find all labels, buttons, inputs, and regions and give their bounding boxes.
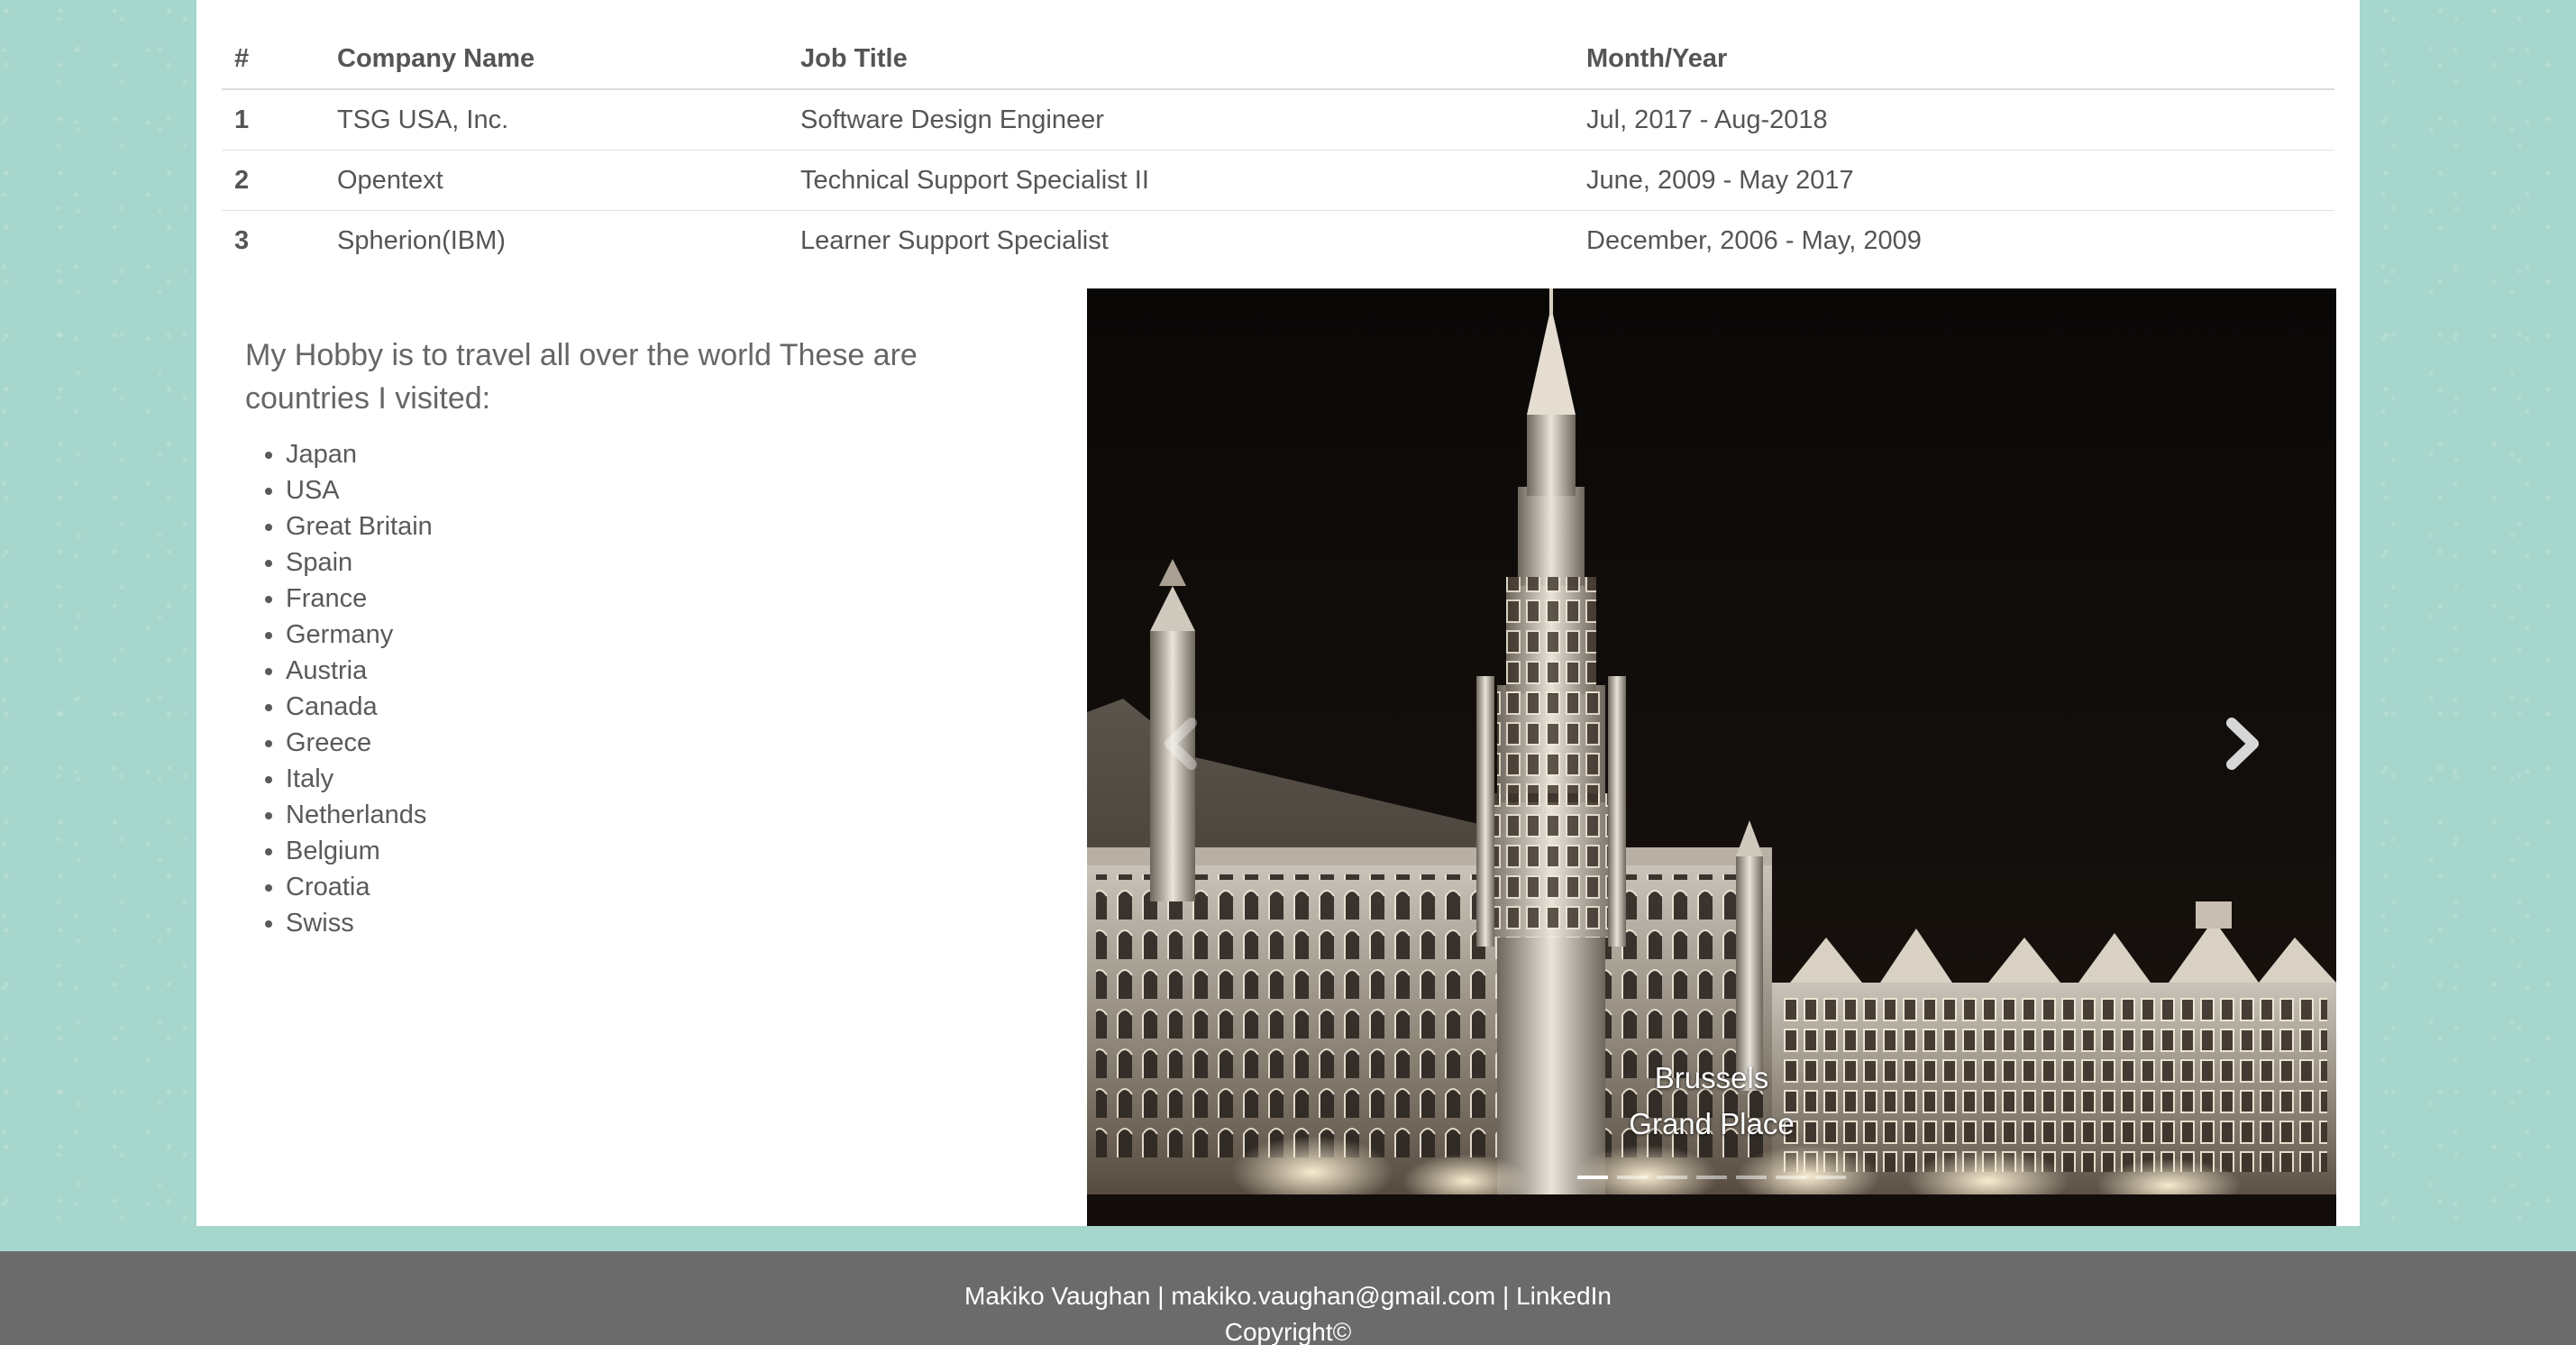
row-period: December, 2006 - May, 2009 xyxy=(1574,210,2334,270)
footer-contact-line: Makiko Vaughan | makiko.vaughan@gmail.co… xyxy=(0,1251,2576,1314)
page-footer: Makiko Vaughan | makiko.vaughan@gmail.co… xyxy=(0,1251,2576,1345)
row-company: Opentext xyxy=(324,150,788,211)
carousel-indicators xyxy=(1087,1176,2336,1179)
list-item: Netherlands xyxy=(286,797,1038,833)
carousel-indicator[interactable] xyxy=(1736,1176,1767,1179)
list-item: Belgium xyxy=(286,833,1038,869)
list-item: Greece xyxy=(286,725,1038,761)
chevron-left-icon xyxy=(1165,718,1197,770)
row-job-title: Technical Support Specialist II xyxy=(788,150,1574,211)
list-item: USA xyxy=(286,472,1038,508)
list-item: Croatia xyxy=(286,869,1038,905)
caption-place: Grand Place xyxy=(1629,1107,1795,1140)
carousel-next-button[interactable] xyxy=(2201,703,2282,784)
row-company: Spherion(IBM) xyxy=(324,210,788,270)
list-item: Swiss xyxy=(286,905,1038,941)
footer-name: Makiko Vaughan xyxy=(964,1282,1151,1310)
experience-table: # Company Name Job Title Month/Year 1 TS… xyxy=(222,29,2334,270)
header-month-year: Month/Year xyxy=(1574,29,2334,90)
table-row: 3 Spherion(IBM) Learner Support Speciali… xyxy=(222,210,2334,270)
row-period: June, 2009 - May 2017 xyxy=(1574,150,2334,211)
main-container: # Company Name Job Title Month/Year 1 TS… xyxy=(196,0,2360,1226)
row-job-title: Learner Support Specialist xyxy=(788,210,1574,270)
header-job-title: Job Title xyxy=(788,29,1574,90)
list-item: Japan xyxy=(286,436,1038,472)
table-row: 1 TSG USA, Inc. Software Design Engineer… xyxy=(222,88,2334,151)
carousel-indicator[interactable] xyxy=(1657,1176,1687,1179)
list-item: Italy xyxy=(286,761,1038,797)
hobby-intro: My Hobby is to travel all over the world… xyxy=(245,338,918,416)
footer-email-link[interactable]: makiko.vaughan@gmail.com xyxy=(1171,1282,1495,1310)
list-item: Germany xyxy=(286,617,1038,653)
carousel-caption: Brussels Grand Place xyxy=(1087,1055,2336,1147)
row-number: 1 xyxy=(222,88,324,151)
carousel-indicator[interactable] xyxy=(1577,1176,1608,1179)
list-item: Austria xyxy=(286,653,1038,689)
list-item: Spain xyxy=(286,544,1038,581)
footer-separator: | xyxy=(1157,1282,1165,1310)
list-item: Canada xyxy=(286,689,1038,725)
row-number: 3 xyxy=(222,210,324,270)
carousel-indicator[interactable] xyxy=(1617,1176,1648,1179)
hobby-section: My Hobby is to travel all over the world… xyxy=(245,334,1038,941)
photo-carousel[interactable]: Brussels Grand Place xyxy=(1087,288,2336,1226)
carousel-indicator[interactable] xyxy=(1696,1176,1727,1179)
carousel-indicator[interactable] xyxy=(1776,1176,1806,1179)
row-job-title: Software Design Engineer xyxy=(788,88,1574,151)
footer-separator: | xyxy=(1503,1282,1510,1310)
caption-city: Brussels xyxy=(1654,1061,1769,1094)
carousel-indicator[interactable] xyxy=(1815,1176,1846,1179)
list-item: Great Britain xyxy=(286,508,1038,544)
row-period: Jul, 2017 - Aug-2018 xyxy=(1574,88,2334,151)
table-header-row: # Company Name Job Title Month/Year xyxy=(222,29,2334,90)
row-number: 2 xyxy=(222,150,324,211)
footer-linkedin-link[interactable]: LinkedIn xyxy=(1516,1282,1612,1310)
table-row: 2 Opentext Technical Support Specialist … xyxy=(222,150,2334,211)
header-number: # xyxy=(222,29,324,90)
carousel-prev-button[interactable] xyxy=(1141,703,1222,784)
footer-copyright: Copyright© xyxy=(1224,1318,1352,1345)
list-item: France xyxy=(286,581,1038,617)
row-company: TSG USA, Inc. xyxy=(324,88,788,151)
chevron-right-icon xyxy=(2226,718,2259,770)
country-list: Japan USA Great Britain Spain France Ger… xyxy=(245,436,1038,941)
header-company-name: Company Name xyxy=(324,29,788,90)
